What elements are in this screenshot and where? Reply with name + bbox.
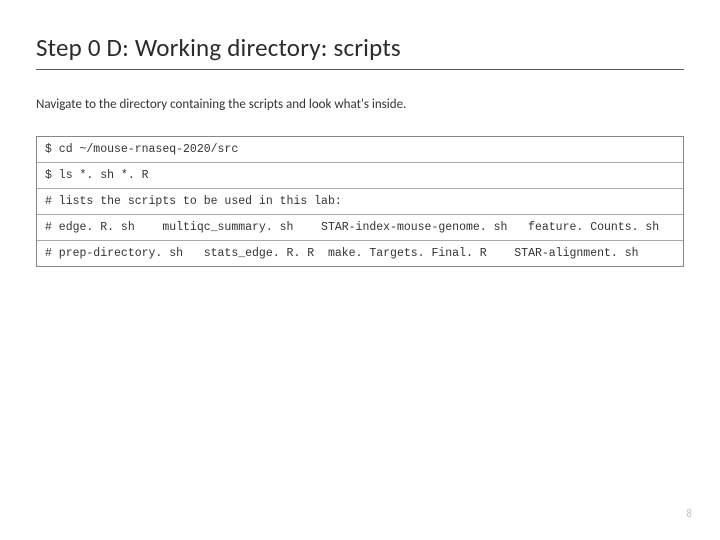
code-row: # prep-directory. sh stats_edge. R. R ma…: [37, 241, 683, 266]
code-row: # lists the scripts to be used in this l…: [37, 189, 683, 215]
code-block: $ cd ~/mouse-rnaseq-2020/src $ ls *. sh …: [36, 136, 684, 267]
code-row: $ cd ~/mouse-rnaseq-2020/src: [37, 137, 683, 163]
page-title: Step 0 D: Working directory: scripts: [36, 32, 684, 70]
code-row: $ ls *. sh *. R: [37, 163, 683, 189]
code-row: # edge. R. sh multiqc_summary. sh STAR-i…: [37, 215, 683, 241]
intro-text: Navigate to the directory containing the…: [36, 96, 684, 114]
page-number: 8: [686, 507, 692, 520]
